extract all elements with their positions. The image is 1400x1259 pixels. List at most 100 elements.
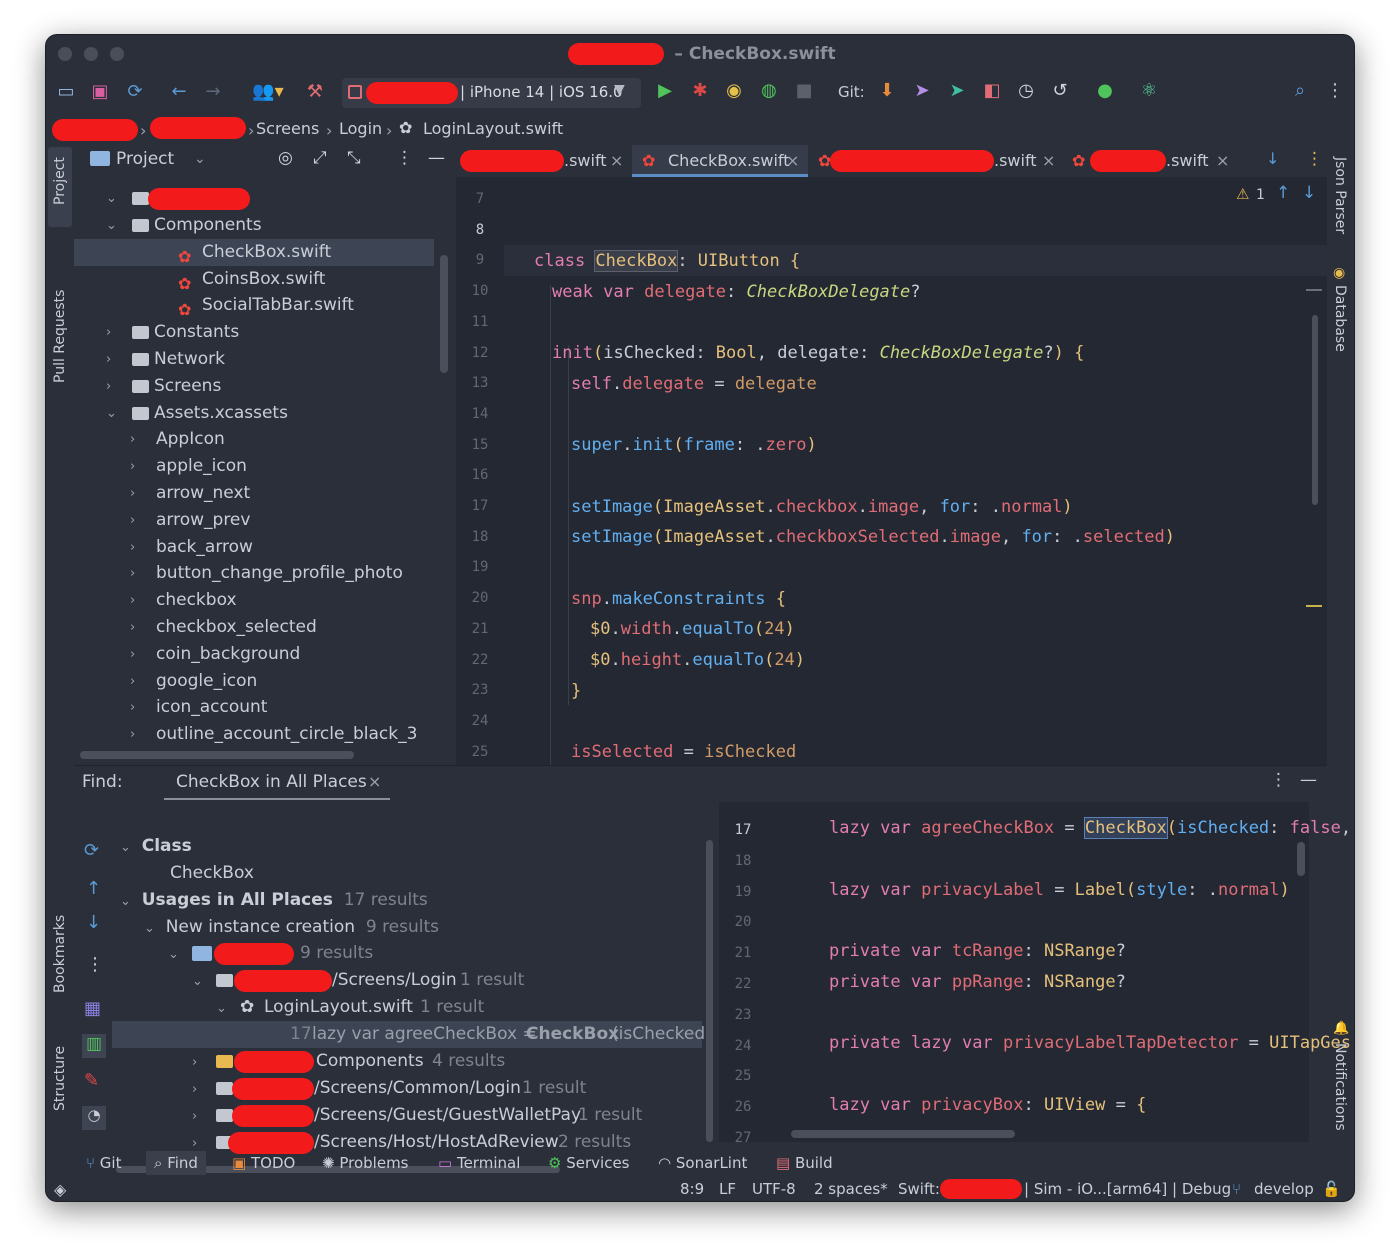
editor-options-icon[interactable]: ⋮ xyxy=(1306,149,1323,169)
tree-row[interactable]: › apple_icon xyxy=(74,453,434,480)
tool-tab-notifications[interactable]: Notifications xyxy=(1332,1043,1348,1131)
editor-tab-checkbox[interactable]: ✿ CheckBox.swift × xyxy=(632,145,808,177)
more-vertical-icon[interactable]: ⋮ xyxy=(1323,80,1347,102)
find-row-screens-login[interactable]: ⌄ /Screens/Login 1 result xyxy=(192,967,612,994)
chevron-right-icon[interactable]: › xyxy=(130,480,144,507)
back-arrow-icon[interactable]: ← xyxy=(167,81,191,103)
close-icon[interactable]: × xyxy=(1042,145,1055,177)
tree-row[interactable]: ✿ CheckBox.swift xyxy=(74,238,434,266)
run-icon[interactable]: ▶ xyxy=(653,80,677,102)
tree-row[interactable]: › arrow_prev xyxy=(74,507,434,534)
tree-row[interactable]: › outline_account_circle_black_3 xyxy=(74,721,434,748)
warning-icon[interactable]: ⚠ xyxy=(1236,185,1249,203)
git-rollback-icon[interactable]: ↺ xyxy=(1048,80,1072,102)
git-diff-icon[interactable]: ◧ xyxy=(980,80,1004,102)
tree-row[interactable]: › back_arrow xyxy=(74,534,434,561)
find-row-match[interactable]: 17 lazy var agreeCheckBox = CheckBox (is… xyxy=(112,1021,705,1048)
tool-tab-project[interactable]: Project xyxy=(52,157,68,205)
forward-arrow-icon[interactable]: → xyxy=(201,81,225,103)
close-icon[interactable]: × xyxy=(1216,145,1229,177)
git-history-icon[interactable]: ◷ xyxy=(1014,80,1038,102)
save-icon[interactable]: ▣ xyxy=(88,81,112,103)
find-row-new-instance[interactable]: ⌄ New instance creation 9 results xyxy=(144,914,439,941)
sync-icon[interactable]: ⟳ xyxy=(123,81,147,103)
folder-settings-icon[interactable]: ◔ xyxy=(82,1106,106,1130)
tree-row[interactable]: › icon_account xyxy=(74,694,434,721)
atom-icon[interactable]: ⚛ xyxy=(1137,80,1161,102)
chevron-right-icon[interactable]: › xyxy=(106,346,120,373)
project-panel-title[interactable]: Project xyxy=(116,149,174,169)
editor-tab-4[interactable]: ✿ .swift × xyxy=(1072,145,1238,177)
breadcrumb-item-file[interactable]: LoginLayout.swift xyxy=(423,119,563,138)
rerun-icon[interactable]: ⟳ xyxy=(84,840,99,861)
hide-panel-icon[interactable]: — xyxy=(1300,770,1317,790)
scheme-selector[interactable]: | Sim - iO...[arm64] | Debug xyxy=(1024,1180,1231,1198)
chevron-down-icon[interactable]: ⌄ xyxy=(106,212,120,239)
tree-row[interactable]: ✿ CoinsBox.swift xyxy=(74,266,434,293)
editor-tab-3[interactable]: ✿ .swift × xyxy=(818,145,1068,177)
run-configuration-selector[interactable]: | iPhone 14 | iOS 16.0 ▼ xyxy=(342,78,641,108)
project-hscrollbar[interactable] xyxy=(80,751,354,759)
chevron-right-icon[interactable]: › xyxy=(106,373,120,400)
preview-scrollbar[interactable] xyxy=(1297,842,1305,876)
editor-tab-1[interactable]: .swift × xyxy=(456,145,630,177)
tree-row[interactable]: › Network xyxy=(74,346,434,373)
editor-scrollbar[interactable] xyxy=(1312,315,1318,505)
find-row-usages[interactable]: ⌄ Usages in All Places 17 results xyxy=(120,887,428,914)
find-row-module[interactable]: ⌄ 9 results xyxy=(168,940,428,967)
git-push-icon[interactable]: ➤ xyxy=(910,80,934,102)
bottom-tab-problems[interactable]: ✺ Problems xyxy=(316,1151,415,1175)
caret-position[interactable]: 8:9 xyxy=(680,1180,704,1198)
chevron-right-icon[interactable]: › xyxy=(130,721,144,748)
tree-row[interactable]: › button_change_profile_photo xyxy=(74,560,434,587)
tree-row[interactable]: › checkbox xyxy=(74,587,434,614)
close-icon[interactable]: × xyxy=(610,145,623,177)
tool-tab-pull-requests[interactable]: Pull Requests xyxy=(52,290,68,383)
chevron-down-icon[interactable]: ⌄ xyxy=(106,400,120,427)
tree-row[interactable]: › checkbox_selected xyxy=(74,614,434,641)
bottom-tab-services[interactable]: ⚙ Services xyxy=(542,1151,636,1175)
tree-row[interactable]: › google_icon xyxy=(74,668,434,695)
chevron-right-icon[interactable]: › xyxy=(130,641,144,668)
usage-preview-editor[interactable]: 17 18 19 20 21 22 23 24 25 26 27 lazy var agreeChe… xyxy=(719,802,1351,1146)
chevron-right-icon[interactable]: › xyxy=(130,614,144,641)
tree-row[interactable]: › arrow_next xyxy=(74,480,434,507)
tool-tab-database[interactable]: Database xyxy=(1332,285,1348,352)
tree-row[interactable]: › coin_background xyxy=(74,641,434,668)
chevron-right-icon[interactable]: › xyxy=(130,668,144,695)
chevron-right-icon[interactable]: › xyxy=(130,694,144,721)
chevron-right-icon[interactable]: › xyxy=(130,426,144,453)
build-hammer-icon[interactable]: ⚒ xyxy=(303,81,327,103)
close-icon[interactable]: × xyxy=(368,772,381,791)
bottom-tab-find[interactable]: ⌕ Find xyxy=(146,1151,206,1175)
vcs-users-icon[interactable]: 👥▾ xyxy=(248,81,288,103)
edit-pencil-icon[interactable]: ✎ xyxy=(84,1070,99,1091)
find-row-common-login[interactable]: › /Screens/Common/Login 1 result xyxy=(192,1075,672,1102)
collapse-all-icon[interactable]: ⤡ xyxy=(347,148,361,168)
chevron-right-icon[interactable]: › xyxy=(130,453,144,480)
locate-target-icon[interactable]: ◎ xyxy=(278,148,293,168)
next-occurrence-icon[interactable]: ↓ xyxy=(86,912,101,933)
tool-tab-structure[interactable]: Structure xyxy=(52,1046,68,1111)
bottom-tab-build[interactable]: ▤ Build xyxy=(770,1151,839,1175)
tool-tab-bookmarks[interactable]: Bookmarks xyxy=(52,915,68,993)
previous-occurrence-icon[interactable]: ↑ xyxy=(86,878,101,899)
chevron-right-icon[interactable]: › xyxy=(130,587,144,614)
chevron-right-icon[interactable]: › xyxy=(106,319,120,346)
book-icon[interactable]: ▥ xyxy=(82,1034,106,1058)
tree-row[interactable]: › Screens xyxy=(74,373,434,400)
find-row-login-layout[interactable]: ⌄ ✿ LoginLayout.swift 1 result xyxy=(216,994,616,1021)
bottom-tab-todo[interactable]: ▣ TODO xyxy=(226,1151,301,1175)
code-editor[interactable]: .swift × ✿ CheckBox.swift × ✿ .swift × ✿… xyxy=(456,145,1327,765)
indent-setting[interactable]: 2 spaces* xyxy=(814,1180,888,1198)
previous-highlight-icon[interactable]: ↑ xyxy=(1276,183,1290,203)
preview-hscrollbar[interactable] xyxy=(791,1130,1015,1138)
tabs-dropdown-icon[interactable]: ↓ xyxy=(1266,149,1279,168)
stop-icon[interactable]: ■ xyxy=(792,80,816,102)
tree-row[interactable]: ✿ SocialTabBar.swift xyxy=(74,292,434,319)
tool-tab-json-parser[interactable]: Json Parser xyxy=(1332,157,1348,234)
bottom-tab-sonarlint[interactable]: ◠ SonarLint xyxy=(652,1151,753,1175)
search-icon[interactable]: ⌕ xyxy=(1288,80,1312,102)
find-row-class[interactable]: ⌄ Class xyxy=(120,833,192,860)
git-update-icon[interactable]: ⬇ xyxy=(875,80,899,102)
